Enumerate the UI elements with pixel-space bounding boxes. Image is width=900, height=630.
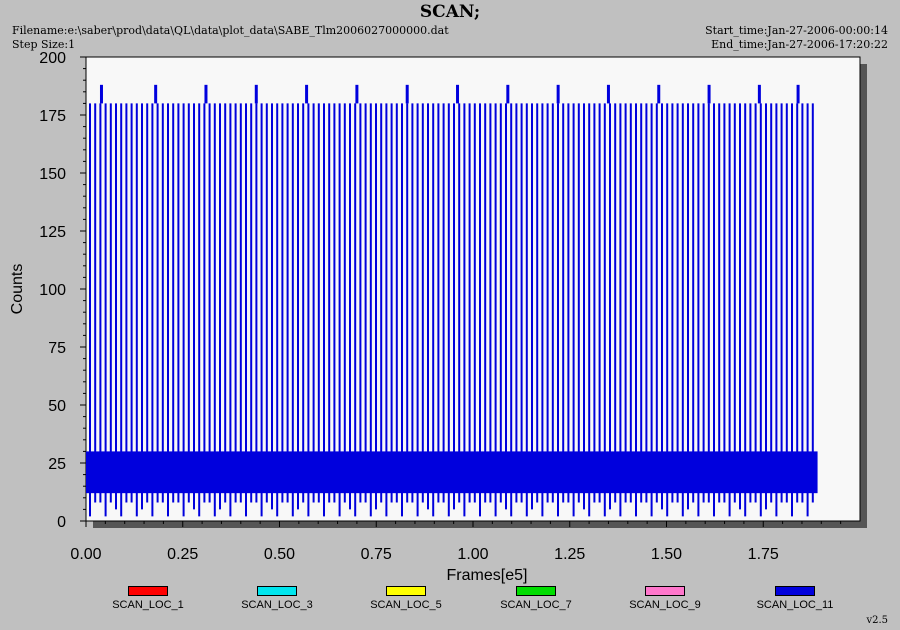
x-axis-label: Frames[e5] xyxy=(447,567,528,584)
legend-item-scan-loc-7: SCAN_LOC_7 xyxy=(471,586,601,611)
x-tick-label: 0.50 xyxy=(264,546,295,563)
y-tick-label: 25 xyxy=(48,456,66,473)
x-tick-label: 1.00 xyxy=(457,546,488,563)
legend-item-scan-loc-11: SCAN_LOC_11 xyxy=(730,586,860,611)
x-tick-label: 1.75 xyxy=(748,546,779,563)
x-tick-label: 0.25 xyxy=(167,546,198,563)
y-tick-label: 75 xyxy=(48,340,66,357)
version-label: v2.5 xyxy=(866,615,888,626)
x-tick-label: 1.25 xyxy=(554,546,585,563)
y-tick-label: 125 xyxy=(39,224,66,241)
legend-label: SCAN_LOC_1 xyxy=(112,599,184,611)
legend-label: SCAN_LOC_9 xyxy=(629,599,701,611)
legend-item-scan-loc-5: SCAN_LOC_5 xyxy=(341,586,471,611)
y-tick-label: 0 xyxy=(57,514,66,531)
legend-item-scan-loc-9: SCAN_LOC_9 xyxy=(600,586,730,611)
legend-swatch xyxy=(775,586,815,596)
baseline-band xyxy=(86,451,818,494)
legend-label: SCAN_LOC_3 xyxy=(241,599,313,611)
legend-label: SCAN_LOC_5 xyxy=(370,599,442,611)
y-tick-label: 50 xyxy=(48,398,66,415)
y-axis-label: Counts xyxy=(9,264,26,315)
y-tick-label: 175 xyxy=(39,108,66,125)
x-tick-label: 0.00 xyxy=(70,546,101,563)
legend-swatch xyxy=(128,586,168,596)
chart-area: 0.00 0.25 0.50 0.75 1.00 1.25 1.50 1.75 0 25 50 75 1… xyxy=(9,50,867,584)
legend-swatch xyxy=(257,586,297,596)
x-tick-label: 1.50 xyxy=(651,546,682,563)
legend-item-scan-loc-1: SCAN_LOC_1 xyxy=(83,586,213,611)
legend-label: SCAN_LOC_11 xyxy=(756,599,834,611)
legend-label: SCAN_LOC_7 xyxy=(500,599,572,611)
legend-swatch xyxy=(516,586,556,596)
y-tick-label: 150 xyxy=(39,166,66,183)
legend-swatch xyxy=(386,586,426,596)
y-tick-label: 100 xyxy=(39,282,66,299)
y-tick-label: 200 xyxy=(39,50,66,67)
x-tick-label: 0.75 xyxy=(361,546,392,563)
legend-swatch xyxy=(645,586,685,596)
legend-item-scan-loc-3: SCAN_LOC_3 xyxy=(212,586,342,611)
